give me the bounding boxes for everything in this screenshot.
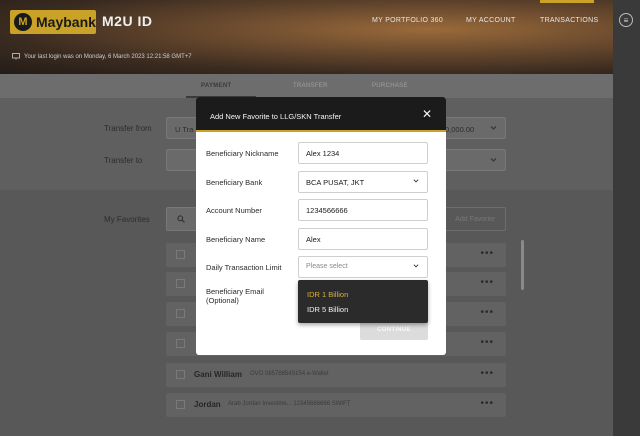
last-login-info: Your last login was on Monday, 6 March 2… bbox=[12, 53, 192, 60]
chevron-down-icon bbox=[413, 264, 419, 268]
daily-limit-select[interactable]: Please select bbox=[298, 256, 428, 278]
favorite-detail: Arab Jordan Investme... 12345666666 SWIF… bbox=[228, 401, 351, 407]
beneficiary-name-input[interactable]: Alex bbox=[298, 228, 428, 250]
add-favorite-modal: Add New Favorite to LLG/SKN Transfer ✕ B… bbox=[196, 97, 446, 355]
side-strip bbox=[613, 0, 640, 436]
more-options-icon[interactable]: ••• bbox=[480, 277, 494, 288]
active-nav-indicator bbox=[540, 0, 594, 3]
chevron-down-icon bbox=[490, 158, 497, 162]
logo-text: Maybank bbox=[36, 14, 96, 30]
modal-title: Add New Favorite to LLG/SKN Transfer bbox=[210, 112, 342, 121]
more-options-icon[interactable]: ••• bbox=[480, 248, 494, 259]
option-idr-5-billion[interactable]: IDR 5 Billion bbox=[307, 305, 348, 314]
favorite-name: Gani William bbox=[194, 370, 242, 379]
transfer-to-label: Transfer to bbox=[104, 156, 143, 165]
nav-my-portfolio[interactable]: MY PORTFOLIO 360 bbox=[372, 17, 443, 24]
transfer-from-label: Transfer from bbox=[104, 124, 152, 133]
row-checkbox[interactable] bbox=[176, 400, 185, 409]
option-idr-1-billion[interactable]: IDR 1 Billion bbox=[307, 290, 348, 299]
tab-payment[interactable]: PAYMENT bbox=[201, 83, 231, 89]
row-checkbox[interactable] bbox=[176, 339, 185, 348]
transfer-from-amount: 0,000.00 bbox=[445, 125, 475, 134]
bank-value: BCA PUSAT, JKT bbox=[306, 178, 365, 187]
beneficiary-name-label: Beneficiary Name bbox=[206, 235, 266, 244]
chevron-down-icon bbox=[490, 126, 497, 130]
app-name: M2U ID bbox=[102, 13, 153, 29]
bank-select[interactable]: BCA PUSAT, JKT bbox=[298, 171, 428, 193]
nav-my-account[interactable]: MY ACCOUNT bbox=[466, 17, 516, 24]
list-item[interactable]: Jordan Arab Jordan Investme... 123456666… bbox=[166, 393, 506, 417]
tab-purchase[interactable]: PURCHASE bbox=[372, 83, 408, 89]
email-optional-label: (Optional) bbox=[206, 296, 239, 305]
list-item[interactable]: Gani William OVO 085788545154 e-Wallet •… bbox=[166, 363, 506, 387]
modal-header: Add New Favorite to LLG/SKN Transfer ✕ bbox=[196, 97, 446, 132]
row-checkbox[interactable] bbox=[176, 309, 185, 318]
tab-transfer[interactable]: TRANSFER bbox=[293, 83, 328, 89]
add-favorite-button[interactable]: Add Favorite bbox=[444, 207, 506, 231]
close-icon[interactable]: ✕ bbox=[422, 107, 432, 121]
list-scrollbar[interactable] bbox=[521, 240, 524, 290]
more-options-icon[interactable]: ••• bbox=[480, 368, 494, 379]
last-login-text: Your last login was on Monday, 6 March 2… bbox=[24, 53, 192, 60]
menu-icon[interactable]: ≡ bbox=[619, 13, 633, 27]
row-checkbox[interactable] bbox=[176, 250, 185, 259]
daily-limit-placeholder: Please select bbox=[306, 263, 348, 270]
account-number-input[interactable]: 1234566666 bbox=[298, 199, 428, 221]
transfer-from-value: U Tra bbox=[175, 125, 194, 134]
account-number-label: Account Number bbox=[206, 206, 262, 215]
favorite-detail: OVO 085788545154 e-Wallet bbox=[250, 371, 329, 377]
daily-limit-dropdown: IDR 1 Billion IDR 5 Billion bbox=[298, 280, 428, 323]
account-number-value: 1234566666 bbox=[306, 206, 348, 215]
nickname-input[interactable]: Alex 1234 bbox=[298, 142, 428, 164]
more-options-icon[interactable]: ••• bbox=[480, 337, 494, 348]
row-checkbox[interactable] bbox=[176, 370, 185, 379]
nickname-label: Beneficiary Nickname bbox=[206, 149, 279, 158]
favorite-name: Jordan bbox=[194, 400, 221, 409]
tiger-emblem-icon: M bbox=[14, 13, 32, 31]
search-icon bbox=[177, 215, 185, 223]
email-label: Beneficiary Email bbox=[206, 287, 264, 296]
nav-transactions[interactable]: TRANSACTIONS bbox=[540, 17, 598, 24]
nickname-value: Alex 1234 bbox=[306, 149, 340, 158]
continue-button[interactable]: CONTINUE bbox=[360, 320, 428, 340]
more-options-icon[interactable]: ••• bbox=[480, 307, 494, 318]
more-options-icon[interactable]: ••• bbox=[480, 398, 494, 409]
beneficiary-name-value: Alex bbox=[306, 235, 321, 244]
tabs-bar: PAYMENT TRANSFER PURCHASE bbox=[0, 74, 613, 98]
row-checkbox[interactable] bbox=[176, 279, 185, 288]
monitor-icon bbox=[12, 53, 20, 60]
my-favorites-label: My Favorites bbox=[104, 215, 150, 224]
bank-label: Beneficiary Bank bbox=[206, 178, 263, 187]
daily-limit-label: Daily Transaction Limit bbox=[206, 263, 282, 272]
header-banner: M Maybank M2U ID MY PORTFOLIO 360 MY ACC… bbox=[0, 0, 613, 74]
chevron-down-icon bbox=[413, 179, 419, 183]
maybank-logo[interactable]: M Maybank bbox=[10, 10, 96, 34]
